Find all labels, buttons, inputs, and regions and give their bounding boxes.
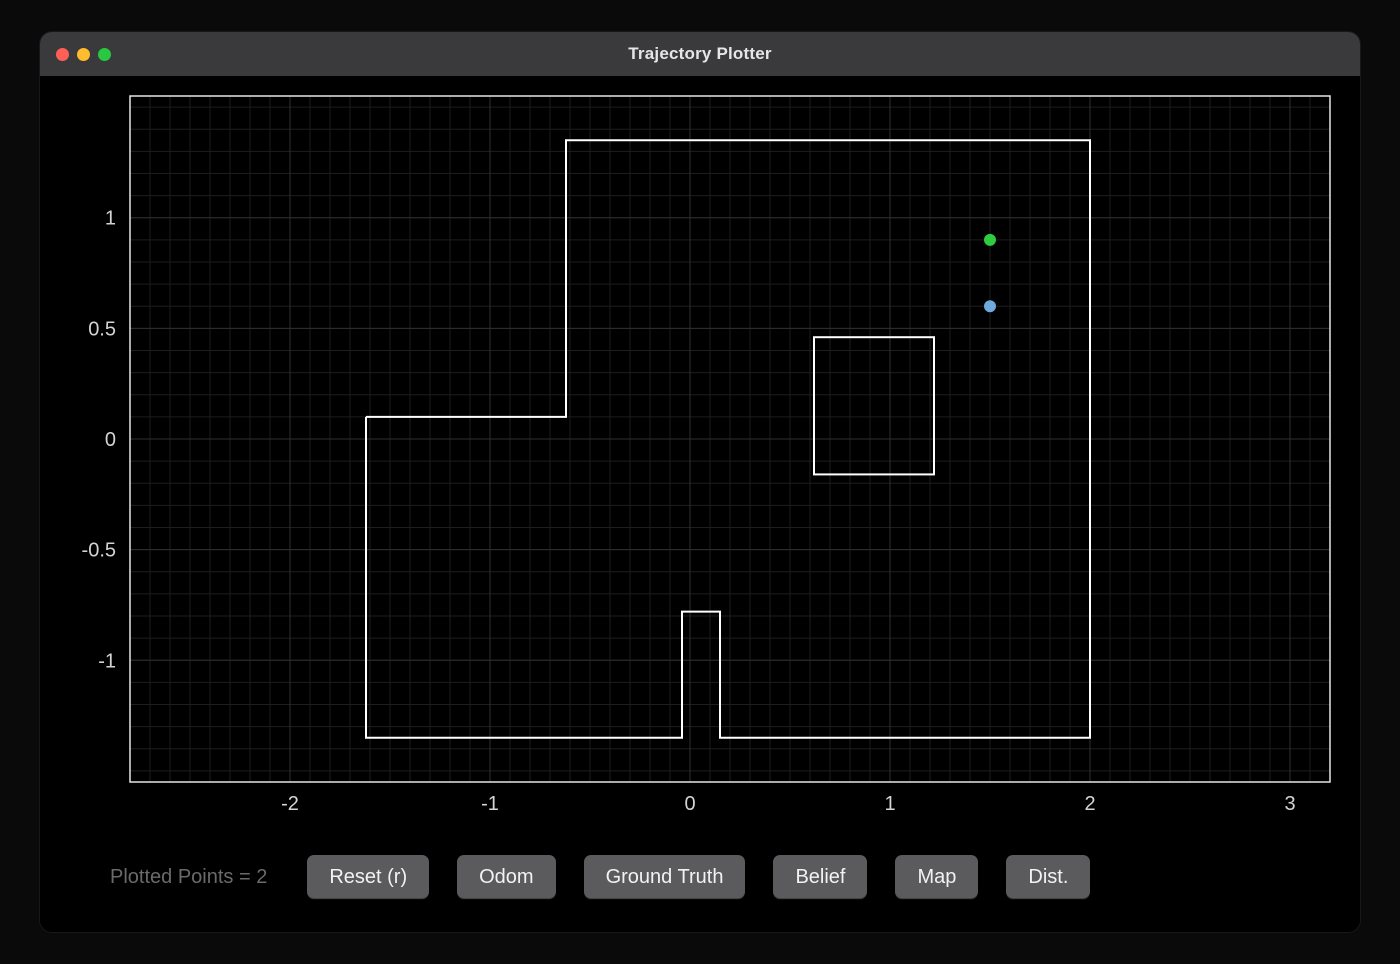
footer: Plotted Points = 2 Reset (r) Odom Ground… xyxy=(40,832,1360,932)
svg-text:3: 3 xyxy=(1284,793,1295,815)
svg-text:0: 0 xyxy=(684,793,695,815)
map-button[interactable]: Map xyxy=(895,855,978,899)
svg-text:0: 0 xyxy=(105,429,116,451)
content-area: -2 -1 0 1 2 3 -1 -0.5 0 0.5 1 Plotted Points = 2 R… xyxy=(40,76,1360,932)
svg-text:-1: -1 xyxy=(481,793,499,815)
ground-truth-button[interactable]: Ground Truth xyxy=(584,855,746,899)
close-icon[interactable] xyxy=(56,48,69,61)
svg-text:-0.5: -0.5 xyxy=(82,540,116,562)
toolbar: Reset (r) Odom Ground Truth Belief Map D… xyxy=(307,855,1090,899)
belief-button[interactable]: Belief xyxy=(773,855,867,899)
svg-text:1: 1 xyxy=(105,208,116,230)
svg-text:2: 2 xyxy=(1084,793,1095,815)
titlebar: Trajectory Plotter xyxy=(40,32,1360,76)
plotted-points-status: Plotted Points = 2 xyxy=(110,866,267,889)
minimize-icon[interactable] xyxy=(77,48,90,61)
window-title: Trajectory Plotter xyxy=(40,44,1360,64)
plot-area[interactable]: -2 -1 0 1 2 3 -1 -0.5 0 0.5 1 xyxy=(40,76,1360,832)
odom-button[interactable]: Odom xyxy=(457,855,555,899)
dist-button[interactable]: Dist. xyxy=(1006,855,1090,899)
svg-text:-1: -1 xyxy=(98,650,116,672)
svg-text:1: 1 xyxy=(884,793,895,815)
svg-text:0.5: 0.5 xyxy=(88,318,116,340)
svg-text:-2: -2 xyxy=(281,793,299,815)
reset-button[interactable]: Reset (r) xyxy=(307,855,429,899)
maximize-icon[interactable] xyxy=(98,48,111,61)
window-controls xyxy=(56,48,111,61)
trajectory-plot[interactable]: -2 -1 0 1 2 3 -1 -0.5 0 0.5 1 xyxy=(40,76,1360,832)
app-window: Trajectory Plotter -2 -1 0 1 2 3 -1 -0.5 0 0.5 1 P… xyxy=(40,32,1360,932)
